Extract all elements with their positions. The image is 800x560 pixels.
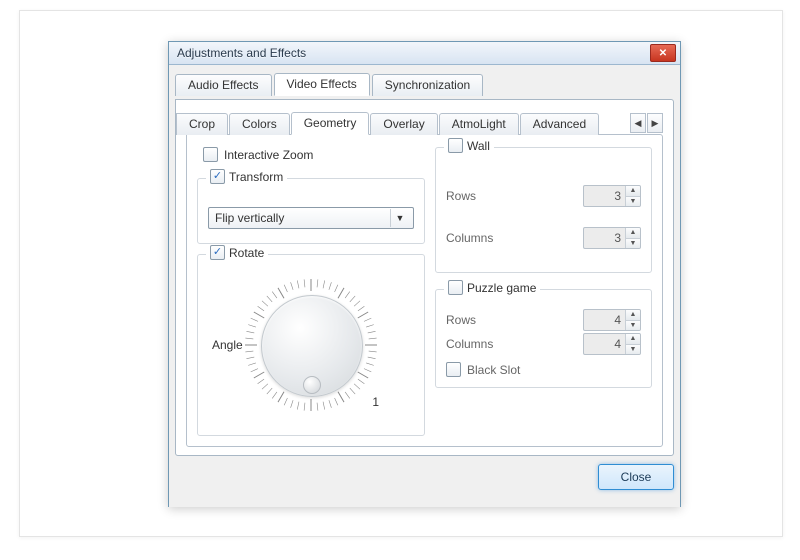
- blackslot-row: Black Slot: [446, 362, 641, 377]
- puzzle-rows-value: 4: [584, 313, 625, 327]
- chevron-right-icon: ▶: [652, 118, 659, 129]
- subtab-left-arrow[interactable]: ◀: [630, 113, 646, 133]
- subtab-atmolight[interactable]: AtmoLight: [439, 113, 519, 135]
- tab-synchronization[interactable]: Synchronization: [372, 74, 483, 96]
- transform-group: Transform Flip vertically ▼: [197, 178, 425, 244]
- dial-knob: [261, 295, 363, 397]
- spinner-up[interactable]: ▲: [626, 334, 640, 345]
- wall-group: Wall Rows 3 ▲ ▼: [435, 147, 652, 273]
- subtab-label: Colors: [242, 117, 277, 131]
- wall-legend: Wall: [444, 138, 494, 153]
- spinner-up[interactable]: ▲: [626, 310, 640, 321]
- rotate-group: Rotate Angle 1: [197, 254, 425, 436]
- wall-checkbox[interactable]: [448, 138, 463, 153]
- outer-frame: Adjustments and Effects ✕ Audio Effects …: [19, 10, 783, 537]
- tab-label: Video Effects: [287, 77, 357, 91]
- puzzle-cols-spinner[interactable]: 4 ▲ ▼: [583, 333, 641, 355]
- transform-legend: Transform: [206, 169, 287, 184]
- wall-cols-spinner[interactable]: 3 ▲ ▼: [583, 227, 641, 249]
- window-close-button[interactable]: ✕: [650, 44, 676, 62]
- tab-label: Synchronization: [385, 78, 470, 92]
- window-title: Adjustments and Effects: [177, 46, 650, 60]
- interactive-zoom-label: Interactive Zoom: [224, 148, 313, 162]
- dialog-window: Adjustments and Effects ✕ Audio Effects …: [168, 41, 681, 507]
- angle-label: Angle: [212, 338, 243, 352]
- subtab-scroll-arrows: ◀ ▶: [630, 113, 663, 133]
- titlebar: Adjustments and Effects ✕: [169, 42, 680, 65]
- tab-label: Audio Effects: [188, 78, 259, 92]
- chevron-left-icon: ◀: [635, 118, 642, 129]
- wall-rows-row: Rows 3 ▲ ▼: [446, 184, 641, 208]
- puzzle-label: Puzzle game: [467, 281, 536, 295]
- puzzle-cols-row: Columns 4 ▲ ▼: [446, 332, 641, 356]
- puzzle-checkbox[interactable]: [448, 280, 463, 295]
- angle-dial[interactable]: 1: [241, 275, 381, 415]
- dial-scale-mark: 1: [372, 395, 379, 409]
- spinner-up[interactable]: ▲: [626, 186, 640, 197]
- close-button-label: Close: [621, 470, 652, 484]
- video-effects-panel: Crop Colors Geometry Overlay AtmoLight A…: [175, 99, 674, 456]
- puzzle-rows-row: Rows 4 ▲ ▼: [446, 308, 641, 332]
- spinner-down[interactable]: ▼: [626, 321, 640, 331]
- geometry-right-column: Wall Rows 3 ▲ ▼: [435, 147, 652, 436]
- subtab-label: Overlay: [383, 117, 424, 131]
- close-icon: ✕: [659, 48, 667, 59]
- rotate-legend: Rotate: [206, 245, 268, 260]
- spinner-up[interactable]: ▲: [626, 228, 640, 239]
- blackslot-checkbox[interactable]: [446, 362, 461, 377]
- main-tab-row: Audio Effects Video Effects Synchronizat…: [175, 71, 674, 95]
- blackslot-label: Black Slot: [467, 363, 520, 377]
- subtab-label: AtmoLight: [452, 117, 506, 131]
- puzzle-rows-label: Rows: [446, 313, 476, 327]
- subtab-crop[interactable]: Crop: [176, 113, 228, 135]
- button-bar: Close: [175, 456, 674, 490]
- subtab-label: Geometry: [304, 116, 357, 130]
- interactive-zoom-checkbox[interactable]: [203, 147, 218, 162]
- spinner-buttons: ▲ ▼: [625, 186, 640, 207]
- wall-rows-value: 3: [584, 189, 625, 203]
- tab-audio-effects[interactable]: Audio Effects: [175, 74, 272, 96]
- dial-indicator-dot: [303, 376, 321, 394]
- rotate-label: Rotate: [229, 246, 264, 260]
- wall-cols-row: Columns 3 ▲ ▼: [446, 226, 641, 250]
- window-body: Audio Effects Video Effects Synchronizat…: [169, 65, 680, 507]
- puzzle-legend: Puzzle game: [444, 280, 540, 295]
- geometry-panel: Interactive Zoom Transform Flip vertical…: [186, 134, 663, 447]
- transform-select[interactable]: Flip vertically ▼: [208, 207, 414, 229]
- wall-rows-spinner[interactable]: 3 ▲ ▼: [583, 185, 641, 207]
- puzzle-rows-spinner[interactable]: 4 ▲ ▼: [583, 309, 641, 331]
- close-button[interactable]: Close: [598, 464, 674, 490]
- wall-cols-label: Columns: [446, 231, 493, 245]
- spinner-down[interactable]: ▼: [626, 345, 640, 355]
- tab-video-effects[interactable]: Video Effects: [274, 73, 370, 96]
- subtab-label: Crop: [189, 117, 215, 131]
- spinner-buttons: ▲ ▼: [625, 334, 640, 355]
- subtab-advanced[interactable]: Advanced: [520, 113, 599, 135]
- transform-value: Flip vertically: [215, 211, 390, 225]
- spinner-down[interactable]: ▼: [626, 197, 640, 207]
- subtab-right-arrow[interactable]: ▶: [647, 113, 663, 133]
- spinner-buttons: ▲ ▼: [625, 310, 640, 331]
- wall-rows-label: Rows: [446, 189, 476, 203]
- sub-tab-row: Crop Colors Geometry Overlay AtmoLight A…: [186, 110, 663, 134]
- subtab-label: Advanced: [533, 117, 586, 131]
- chevron-down-icon: ▼: [390, 209, 409, 227]
- spinner-down[interactable]: ▼: [626, 239, 640, 249]
- subtab-colors[interactable]: Colors: [229, 113, 290, 135]
- puzzle-cols-label: Columns: [446, 337, 493, 351]
- transform-checkbox[interactable]: [210, 169, 225, 184]
- interactive-zoom-row: Interactive Zoom: [203, 147, 425, 162]
- rotate-body: Angle 1: [208, 265, 414, 425]
- puzzle-cols-value: 4: [584, 337, 625, 351]
- geometry-left-column: Interactive Zoom Transform Flip vertical…: [197, 147, 425, 436]
- wall-label: Wall: [467, 139, 490, 153]
- subtab-overlay[interactable]: Overlay: [370, 113, 437, 135]
- puzzle-group: Puzzle game Rows 4 ▲ ▼: [435, 289, 652, 388]
- spinner-buttons: ▲ ▼: [625, 228, 640, 249]
- subtab-geometry[interactable]: Geometry: [291, 112, 370, 135]
- transform-label: Transform: [229, 170, 283, 184]
- rotate-checkbox[interactable]: [210, 245, 225, 260]
- wall-cols-value: 3: [584, 231, 625, 245]
